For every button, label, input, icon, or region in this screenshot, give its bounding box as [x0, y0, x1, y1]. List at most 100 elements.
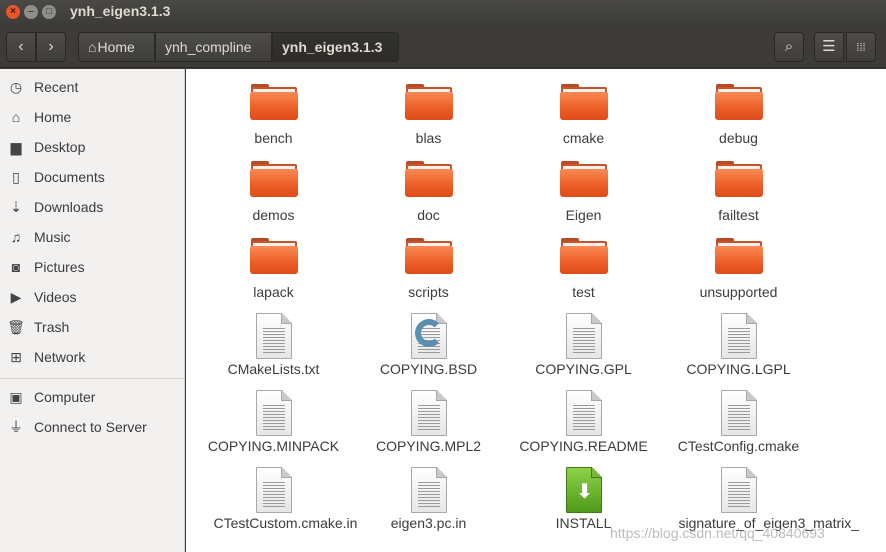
folder-icon	[714, 235, 763, 283]
file-item[interactable]: COPYING.README	[506, 389, 661, 455]
text-document-icon	[405, 389, 453, 437]
file-item[interactable]: CMakeLists.txt	[196, 312, 351, 378]
folder-icon	[404, 81, 453, 129]
text-document-icon	[715, 466, 763, 514]
text-document-icon	[250, 389, 298, 437]
file-item[interactable]: CTestConfig.cmake	[661, 389, 816, 455]
folder-icon	[249, 158, 298, 206]
sidebar-item-home[interactable]: ⌂ Home	[0, 103, 184, 131]
sidebar-item-pictures[interactable]: ◙ Pictures	[0, 253, 184, 281]
text-document-icon	[560, 389, 608, 437]
file-name-label: CTestConfig.cmake	[677, 438, 800, 454]
file-item[interactable]: COPYING.GPL	[506, 312, 661, 378]
file-name-label: blas	[415, 130, 442, 146]
list-view-button[interactable]: ☰	[814, 32, 844, 62]
sidebar-item-desktop[interactable]: ▆ Desktop	[0, 133, 184, 161]
breadcrumb-current[interactable]: ynh_eigen3.1.3	[272, 32, 399, 62]
music-icon: ♫	[10, 229, 22, 245]
sidebar-item-label: Trash	[34, 319, 70, 335]
file-item[interactable]: eigen3.pc.in	[351, 466, 506, 532]
file-item[interactable]: COPYING.MPL2	[351, 389, 506, 455]
close-window-button[interactable]: ×	[6, 5, 20, 19]
sidebar-item-connect-to-server[interactable]: ⏚ Connect to Server	[0, 413, 184, 441]
minimize-window-button[interactable]: –	[24, 5, 38, 19]
file-name-label: failtest	[718, 207, 759, 223]
folder-item[interactable]: demos	[196, 158, 351, 224]
file-name-label: eigen3.pc.in	[390, 515, 467, 531]
back-button[interactable]: ‹	[6, 32, 36, 62]
sidebar-item-downloads[interactable]: ⇣ Downloads	[0, 193, 184, 221]
sidebar-item-label: Network	[34, 349, 86, 365]
file-name-label: COPYING.MPL2	[375, 438, 482, 454]
file-name-label: bench	[254, 130, 293, 146]
sidebar-item-videos[interactable]: ▶ Videos	[0, 283, 184, 311]
sidebar-item-recent[interactable]: ◷ Recent	[0, 73, 184, 101]
sidebar-item-documents[interactable]: ▯ Documents	[0, 163, 184, 191]
file-name-label: scripts	[408, 284, 449, 300]
sidebar-item-label: Music	[34, 229, 71, 245]
file-name-label: cmake	[562, 130, 605, 146]
file-name-label: CTestCustom.cmake.in	[213, 515, 358, 531]
sidebar-item-music[interactable]: ♫ Music	[0, 223, 184, 251]
watermark: https://blog.csdn.net/qq_40840693	[610, 525, 825, 541]
sidebar-item-label: Home	[34, 109, 72, 125]
text-document-icon	[250, 312, 298, 360]
sidebar-item-label: Connect to Server	[34, 419, 147, 435]
file-item[interactable]: ⬇ INSTALL	[506, 466, 661, 532]
file-name-label: debug	[719, 130, 758, 146]
folder-icon	[404, 158, 453, 206]
folder-item[interactable]: unsupported	[661, 235, 816, 301]
file-item[interactable]: CTestCustom.cmake.in	[196, 466, 358, 532]
chevron-left-icon: ‹	[18, 38, 24, 55]
folder-icon	[559, 158, 608, 206]
file-item[interactable]: COPYING.BSD	[351, 312, 506, 378]
file-name-label: COPYING.LGPL	[686, 361, 791, 377]
file-name-label: COPYING.GPL	[535, 361, 632, 377]
file-name-label: CMakeLists.txt	[227, 361, 320, 377]
folder-icon	[714, 158, 763, 206]
folder-item[interactable]: bench	[196, 81, 351, 147]
chevron-right-icon: ›	[48, 38, 54, 55]
file-name-label: COPYING.MINPACK	[207, 438, 340, 454]
video-icon: ▶	[10, 289, 22, 305]
folder-icon	[404, 235, 453, 283]
file-item[interactable]: COPYING.LGPL	[661, 312, 816, 378]
text-document-icon	[250, 466, 298, 514]
breadcrumb-home[interactable]: ⌂Home	[78, 32, 155, 62]
file-name-label: unsupported	[699, 284, 778, 300]
search-button[interactable]: ⌕	[774, 32, 804, 62]
forward-button[interactable]: ›	[36, 32, 66, 62]
folder-item[interactable]: scripts	[351, 235, 506, 301]
grid-view-button[interactable]: ⁞⁞⁞	[846, 32, 876, 62]
folder-item[interactable]: failtest	[661, 158, 816, 224]
camera-icon: ◙	[11, 259, 21, 275]
folder-item[interactable]: lapack	[196, 235, 351, 301]
sidebar-item-computer[interactable]: ▣ Computer	[0, 383, 184, 411]
folder-item[interactable]: cmake	[506, 81, 661, 147]
folder-item[interactable]: debug	[661, 81, 816, 147]
clock-icon: ◷	[9, 79, 23, 95]
folder-item[interactable]: Eigen	[506, 158, 661, 224]
list-icon: ☰	[822, 38, 836, 55]
text-document-icon	[405, 466, 453, 514]
grid-icon: ⁞⁞⁞	[856, 42, 866, 54]
file-name-label: lapack	[253, 284, 294, 300]
title-bar: × – □ ynh_eigen3.1.3	[0, 0, 886, 25]
maximize-window-button[interactable]: □	[42, 5, 56, 19]
folder-item[interactable]: test	[506, 235, 661, 301]
folder-item[interactable]: doc	[351, 158, 506, 224]
file-item[interactable]: COPYING.MINPACK	[196, 389, 351, 455]
computer-icon: ▣	[9, 389, 23, 405]
file-item[interactable]: signature_of_eigen3_matrix_	[661, 466, 859, 532]
network-icon: ⊞	[10, 349, 22, 365]
folder-icon	[559, 81, 608, 129]
folder-item[interactable]: blas	[351, 81, 506, 147]
breadcrumb-ynh-compline[interactable]: ynh_compline	[155, 32, 272, 62]
sidebar-item-trash[interactable]: 🗑 Trash	[0, 313, 184, 341]
breadcrumb-label: Home	[97, 39, 135, 55]
sidebar-item-network[interactable]: ⊞ Network	[0, 343, 184, 371]
server-icon: ⏚	[9, 419, 23, 435]
text-document-icon	[715, 389, 763, 437]
download-icon: ⇣	[10, 199, 22, 215]
file-name-label: test	[572, 284, 595, 300]
